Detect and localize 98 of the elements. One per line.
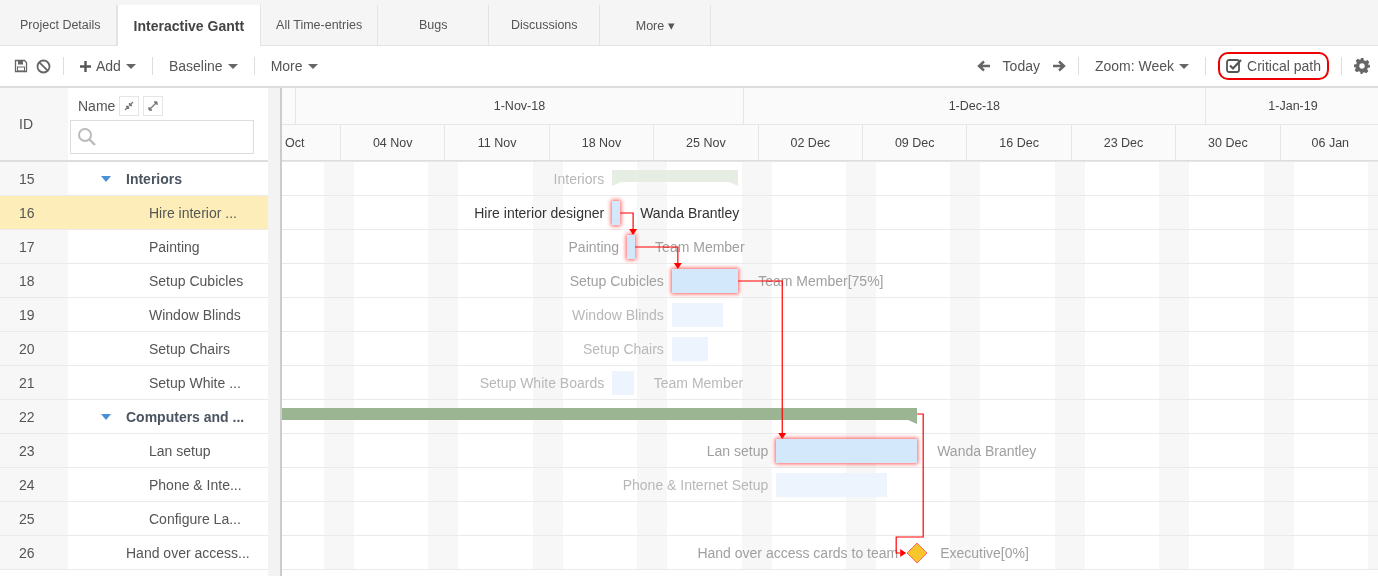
collapse-all-icon[interactable] <box>119 96 140 116</box>
task-name-cell[interactable]: Interiors <box>126 170 182 187</box>
row-id-cell: 15 <box>0 162 68 195</box>
dependency-arrow <box>619 212 638 235</box>
row-id-cell: 25 <box>0 502 68 535</box>
task-name-cell[interactable]: Window Blinds <box>149 306 241 323</box>
tab[interactable]: Bugs <box>378 5 490 45</box>
grid-row[interactable]: 21 Setup White ... <box>0 366 268 400</box>
grid-row[interactable]: 19 Window Blinds <box>0 298 268 332</box>
month-header: 1-Dec-18 <box>742 88 1205 124</box>
task-bar[interactable] <box>612 201 621 225</box>
baseline-button[interactable]: Baseline <box>164 56 242 76</box>
tab[interactable]: More ▾ <box>600 5 712 45</box>
checkbox[interactable] <box>1226 58 1243 74</box>
save-icon[interactable] <box>14 59 28 73</box>
resource-label: Wanda Brantley <box>937 442 1037 461</box>
week-header: 04 Nov <box>340 125 445 161</box>
grid-row[interactable]: 17 Painting <box>0 230 268 264</box>
task-label: Interiors <box>553 170 605 189</box>
row-id-cell: 22 <box>0 400 68 433</box>
resource-label: Executive[0%] <box>940 544 1029 563</box>
task-name-cell[interactable]: Setup White ... <box>149 374 241 391</box>
task-name-cell[interactable]: Hand over access... <box>126 544 250 561</box>
task-name-cell[interactable]: Lan setup <box>149 442 211 459</box>
task-label: Lan setup <box>706 442 769 461</box>
cancel-icon[interactable] <box>36 58 51 74</box>
tab[interactable]: Interactive Gantt <box>116 5 262 46</box>
week-header: 23 Dec <box>1070 125 1176 161</box>
today-button[interactable]: Today <box>998 56 1044 76</box>
row-id-cell: 24 <box>0 468 68 501</box>
resource-label: Wanda Brantley <box>640 204 740 223</box>
tab[interactable]: All Time-entries <box>261 5 379 45</box>
grid-row[interactable]: 20 Setup Chairs <box>0 332 268 366</box>
caret-icon <box>227 63 238 69</box>
week-header: 02 Dec <box>757 125 862 161</box>
splitter-bar[interactable] <box>268 88 282 576</box>
task-label: Hand over access cards to team <box>697 544 899 563</box>
tab[interactable]: Discussions <box>489 5 601 45</box>
grid-row[interactable]: 16 Hire interior ... <box>0 196 268 230</box>
grid-row[interactable]: 25 Configure La... <box>0 502 268 536</box>
grid-row[interactable]: 22 Computers and ... <box>0 400 268 434</box>
search-field[interactable] <box>70 120 254 154</box>
critical-path-toggle[interactable]: Critical path <box>1218 52 1329 80</box>
week-header: 11 Nov <box>444 125 549 161</box>
task-label: Painting <box>568 238 620 257</box>
grid-row[interactable]: 18 Setup Cubicles <box>0 264 268 298</box>
column-header: ID <box>0 88 68 160</box>
task-label: Setup Chairs <box>582 340 664 359</box>
row-id-cell: 23 <box>0 434 68 467</box>
add-button[interactable]: Add <box>76 56 140 76</box>
caret-icon <box>307 63 318 69</box>
week-header: 30 Dec <box>1175 125 1280 161</box>
plus-icon <box>80 60 91 72</box>
week-header: 16 Dec <box>966 125 1071 161</box>
milestone-diamond[interactable] <box>906 542 929 564</box>
row-id-cell: 18 <box>0 264 68 297</box>
task-name-cell[interactable]: Configure La... <box>149 510 241 527</box>
week-header: Oct <box>284 135 306 152</box>
tab[interactable]: Project Details <box>5 5 117 45</box>
grid-row[interactable]: 26 Hand over access... <box>0 536 268 570</box>
resource-label: Team Member <box>653 374 744 393</box>
critical-path-label: Critical path <box>1247 58 1321 74</box>
task-name-cell[interactable]: Setup Chairs <box>149 340 230 357</box>
month-header: 1-Nov-18 <box>295 88 743 124</box>
row-id-cell: 17 <box>0 230 68 263</box>
week-header: 06 Jan <box>1279 125 1378 161</box>
arrow-right-icon[interactable] <box>1051 60 1066 72</box>
zoom-dropdown[interactable]: Zoom: Week <box>1090 56 1194 76</box>
row-id-cell: 21 <box>0 366 68 399</box>
week-header: 25 Nov <box>653 125 758 161</box>
caret-icon <box>125 63 136 69</box>
month-header: 1-Jan-19 <box>1205 88 1378 124</box>
task-label: Phone & Internet Setup <box>622 476 769 495</box>
task-name-cell[interactable]: Computers and ... <box>126 408 245 425</box>
task-bar[interactable] <box>671 269 739 293</box>
settings-icon[interactable] <box>1354 58 1370 74</box>
task-name-cell[interactable]: Hire interior ... <box>149 204 237 221</box>
row-id-cell: 19 <box>0 298 68 331</box>
row-id-cell: 26 <box>0 536 68 569</box>
task-label: Setup Cubicles <box>569 272 664 291</box>
search-icon <box>77 127 97 147</box>
caret-icon <box>1179 63 1190 69</box>
row-id-cell: 20 <box>0 332 68 365</box>
week-header: 09 Dec <box>862 125 967 161</box>
expand-all-icon[interactable] <box>143 96 164 116</box>
more-button[interactable]: More <box>266 56 322 76</box>
task-name-cell[interactable]: Setup Cubicles <box>149 272 244 289</box>
grid-row[interactable]: 24 Phone & Inte... <box>0 468 268 502</box>
task-name-cell[interactable]: Painting <box>149 238 200 255</box>
task-label: Hire interior designer <box>474 204 605 223</box>
column-header: Name <box>78 98 116 114</box>
week-header: 18 Nov <box>548 125 654 161</box>
task-name-cell[interactable]: Phone & Inte... <box>149 476 242 493</box>
grid-row[interactable]: 23 Lan setup <box>0 434 268 468</box>
task-label: Window Blinds <box>572 306 664 325</box>
task-bar[interactable] <box>627 235 636 259</box>
task-label: Setup White Boards <box>479 374 605 393</box>
arrow-left-icon[interactable] <box>976 60 991 72</box>
